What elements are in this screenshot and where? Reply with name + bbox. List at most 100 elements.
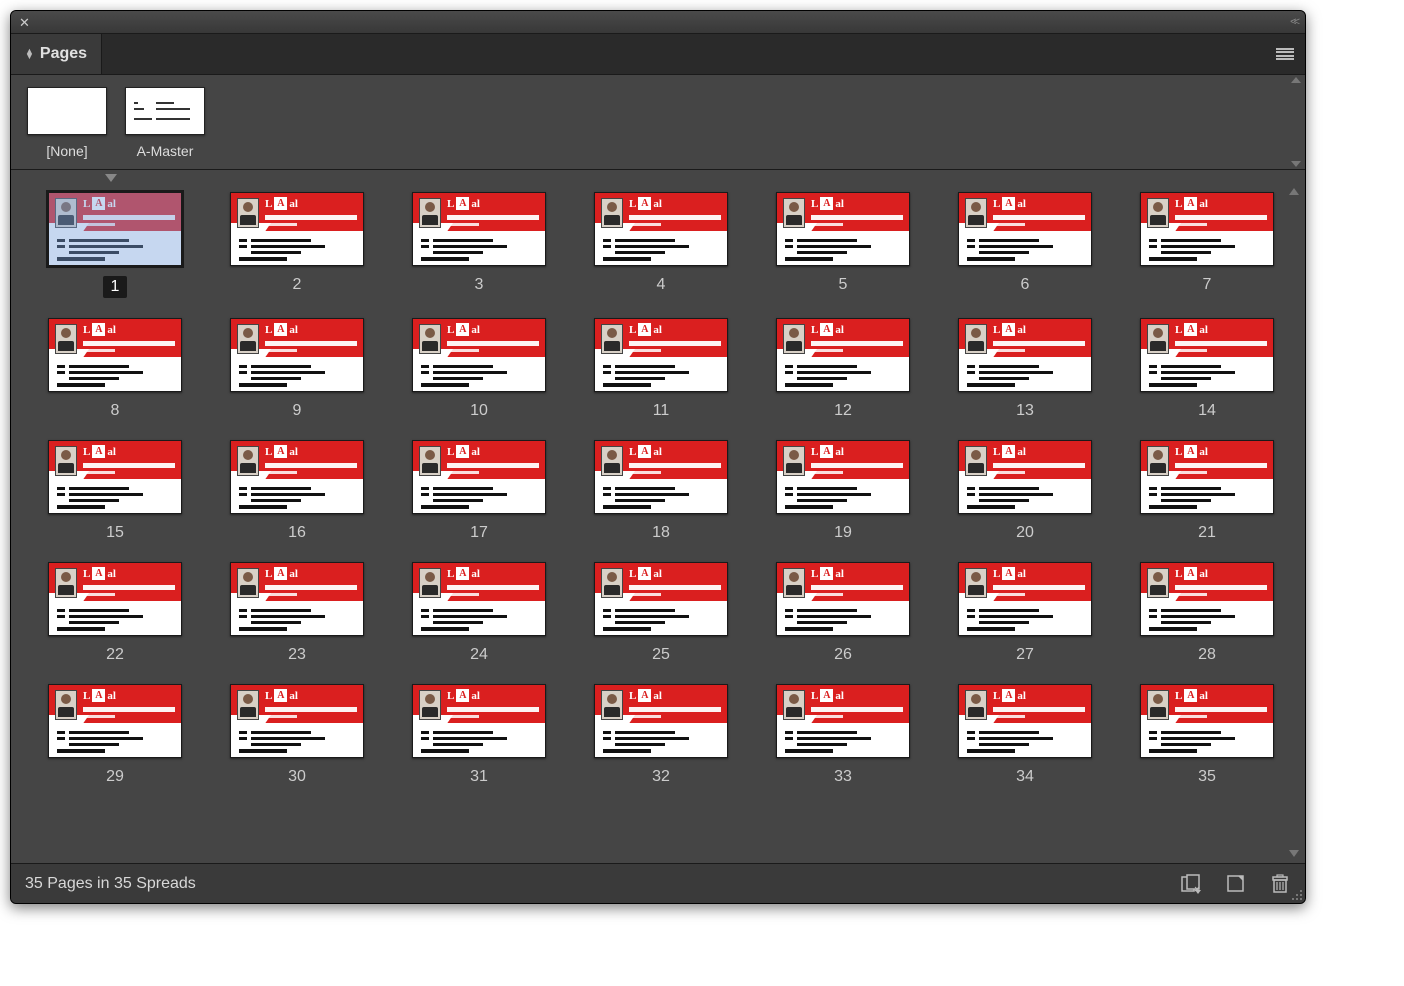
page-thumbnail[interactable]: LAal [776,562,910,636]
card-photo [1147,568,1169,598]
page-item[interactable]: LAal33 [773,684,913,786]
page-thumbnail[interactable]: LAal [230,192,364,266]
page-number: 17 [470,524,488,542]
page-item[interactable]: LAal9 [227,318,367,420]
page-thumbnail[interactable]: LAal [48,192,182,266]
page-thumbnail[interactable]: LAal [1140,192,1274,266]
page-item[interactable]: LAal13 [955,318,1095,420]
page-item[interactable]: LAal1 [45,192,185,298]
page-thumbnail[interactable]: LAal [594,192,728,266]
page-thumbnail[interactable]: LAal [958,440,1092,514]
resize-grip-icon[interactable] [1290,888,1302,900]
page-thumbnail[interactable]: LAal [230,684,364,758]
page-item[interactable]: LAal5 [773,192,913,298]
master-item[interactable]: A-Master [125,87,205,159]
page-item[interactable]: LAal18 [591,440,731,542]
master-thumbnail[interactable] [125,87,205,135]
page-thumbnail[interactable]: LAal [48,562,182,636]
page-thumbnail[interactable]: LAal [48,684,182,758]
page-thumbnail[interactable]: LAal [48,318,182,392]
page-thumbnail[interactable]: LAal [776,192,910,266]
page-item[interactable]: LAal21 [1137,440,1277,542]
scroll-down-icon[interactable] [1291,161,1301,167]
page-item[interactable]: LAal7 [1137,192,1277,298]
page-item[interactable]: LAal25 [591,562,731,664]
page-item[interactable]: LAal31 [409,684,549,786]
page-thumbnail[interactable]: LAal [48,440,182,514]
page-item[interactable]: LAal23 [227,562,367,664]
page-item[interactable]: LAal32 [591,684,731,786]
page-thumbnail[interactable]: LAal [1140,684,1274,758]
page-item[interactable]: LAal34 [955,684,1095,786]
collapse-icon[interactable]: << [1290,16,1297,28]
page-thumbnail[interactable]: LAal [412,440,546,514]
page-item[interactable]: LAal30 [227,684,367,786]
page-thumbnail[interactable]: LAal [412,192,546,266]
edit-page-size-icon[interactable] [1181,874,1203,894]
page-thumbnail[interactable]: LAal [412,318,546,392]
page-thumbnail[interactable]: LAal [230,562,364,636]
page-item[interactable]: LAal26 [773,562,913,664]
tab-pages[interactable]: ▲▼ Pages [11,34,102,74]
page-thumbnail[interactable]: LAal [958,318,1092,392]
page-item[interactable]: LAal12 [773,318,913,420]
master-thumbnail[interactable] [27,87,107,135]
page-item[interactable]: LAal14 [1137,318,1277,420]
page-item[interactable]: LAal6 [955,192,1095,298]
page-item[interactable]: LAal29 [45,684,185,786]
page-thumbnail[interactable]: LAal [1140,318,1274,392]
new-page-icon[interactable] [1225,874,1247,894]
page-item[interactable]: LAal19 [773,440,913,542]
card-logo: LAal [811,567,844,580]
masters-scrollbar[interactable] [1289,77,1303,167]
page-thumbnail[interactable]: LAal [594,562,728,636]
page-thumbnail[interactable]: LAal [958,684,1092,758]
page-item[interactable]: LAal27 [955,562,1095,664]
trash-icon[interactable] [1269,874,1291,894]
page-item[interactable]: LAal28 [1137,562,1277,664]
panel-titlebar[interactable]: ✕ << [11,11,1305,33]
page-thumbnail[interactable]: LAal [230,440,364,514]
page-thumbnail[interactable]: LAal [412,562,546,636]
page-item[interactable]: LAal20 [955,440,1095,542]
master-item[interactable]: [None] [27,87,107,159]
page-thumbnail[interactable]: LAal [1140,562,1274,636]
close-icon[interactable]: ✕ [19,16,30,29]
scroll-up-icon[interactable] [1291,77,1301,83]
page-item[interactable]: LAal35 [1137,684,1277,786]
page-thumbnail[interactable]: LAal [958,562,1092,636]
page-thumbnail[interactable]: LAal [412,684,546,758]
page-item[interactable]: LAal22 [45,562,185,664]
pages-scrollbar[interactable] [1287,188,1301,857]
card-photo [55,198,77,228]
card-name-line [1175,463,1267,468]
page-thumbnail[interactable]: LAal [230,318,364,392]
card-name-line [993,215,1085,220]
card-name-line [1175,585,1267,590]
page-item[interactable]: LAal16 [227,440,367,542]
page-item[interactable]: LAal11 [591,318,731,420]
page-item[interactable]: LAal2 [227,192,367,298]
page-item[interactable]: LAal3 [409,192,549,298]
card-photo [237,690,259,720]
page-thumbnail[interactable]: LAal [594,318,728,392]
page-item[interactable]: LAal4 [591,192,731,298]
page-item[interactable]: LAal8 [45,318,185,420]
page-item[interactable]: LAal15 [45,440,185,542]
page-thumbnail[interactable]: LAal [776,684,910,758]
expand-collapse-icon[interactable]: ▲▼ [25,49,34,59]
page-thumbnail[interactable]: LAal [594,440,728,514]
page-item[interactable]: LAal 17 [409,440,549,542]
page-thumbnail[interactable]: LAal [776,318,910,392]
scroll-down-icon[interactable] [1289,850,1299,857]
page-thumbnail[interactable]: LAal [776,440,910,514]
page-thumbnail[interactable]: LAal [958,192,1092,266]
scroll-up-icon[interactable] [1289,188,1299,195]
card-name-line [1175,215,1267,220]
card-photo [783,446,805,476]
page-thumbnail[interactable]: LAal [1140,440,1274,514]
page-thumbnail[interactable]: LAal [594,684,728,758]
page-item[interactable]: LAal10 [409,318,549,420]
page-item[interactable]: LAal24 [409,562,549,664]
panel-menu-icon[interactable] [1265,34,1305,74]
